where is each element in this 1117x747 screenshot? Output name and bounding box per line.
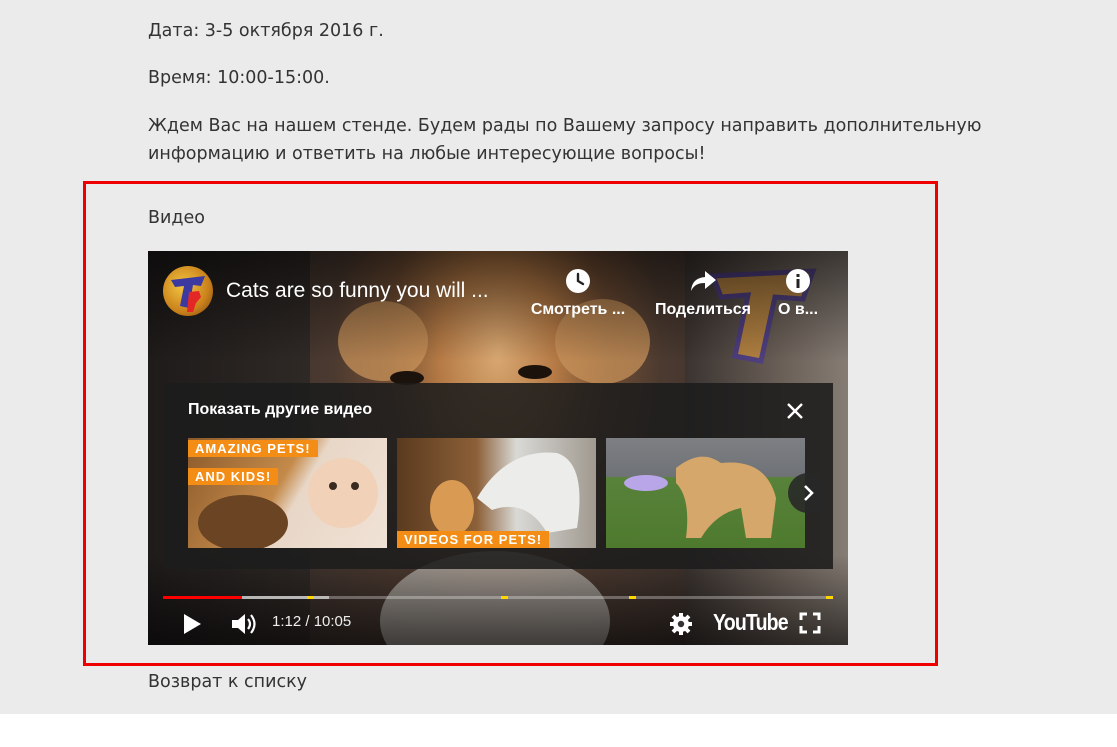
watch-later-button[interactable]: Смотреть ... bbox=[528, 267, 628, 319]
suggested-video-thumbnail[interactable]: AMAZING PETS! AND KIDS! bbox=[188, 438, 387, 548]
chapter-marker bbox=[629, 596, 636, 599]
thumbnail-badge: AND KIDS! bbox=[188, 468, 279, 485]
about-label: О в... bbox=[777, 301, 819, 318]
time-display: 1:12 / 10:05 bbox=[272, 613, 352, 630]
chevron-right-icon bbox=[804, 485, 814, 501]
event-time: Время: 10:00-15:00. bbox=[148, 68, 330, 88]
back-to-list-link[interactable]: Возврат к списку bbox=[148, 668, 307, 696]
more-videos-title: Показать другие видео bbox=[188, 401, 373, 418]
channel-logo-icon[interactable] bbox=[163, 266, 213, 316]
watch-later-label: Смотреть ... bbox=[530, 301, 626, 318]
more-videos-panel: Показать другие видео AMAZING PETS! AND … bbox=[163, 383, 833, 569]
event-invitation-text: Ждем Вас на нашем стенде. Будем рады по … bbox=[148, 116, 982, 164]
info-icon bbox=[786, 269, 810, 293]
share-arrow-icon bbox=[691, 271, 716, 291]
event-date: Дата: 3-5 октября 2016 г. bbox=[148, 21, 384, 41]
thumbnail-badge: AMAZING PETS! bbox=[188, 440, 318, 457]
progress-played bbox=[163, 596, 242, 599]
close-icon[interactable] bbox=[783, 399, 807, 423]
youtube-logo[interactable]: YouTube bbox=[713, 609, 789, 636]
suggested-video-thumbnail[interactable] bbox=[606, 438, 805, 548]
next-videos-button[interactable] bbox=[788, 473, 828, 513]
gear-icon[interactable] bbox=[669, 612, 693, 636]
suggested-video-thumbnail[interactable]: VIDEOS FOR PETS! bbox=[397, 438, 596, 548]
video-title[interactable]: Cats are so funny you will ... bbox=[226, 279, 489, 303]
share-button[interactable]: Поделиться bbox=[648, 267, 758, 319]
share-label: Поделиться bbox=[654, 301, 752, 318]
thumbnail-badge: VIDEOS FOR PETS! bbox=[397, 531, 550, 548]
clock-icon bbox=[566, 269, 590, 293]
play-icon[interactable] bbox=[181, 612, 203, 636]
fullscreen-icon[interactable] bbox=[799, 612, 821, 634]
about-button[interactable]: О в... bbox=[773, 267, 823, 319]
volume-icon[interactable] bbox=[230, 611, 258, 637]
progress-bar[interactable] bbox=[163, 596, 833, 599]
youtube-player[interactable]: Cats are so funny you will ... Смотреть … bbox=[148, 251, 848, 645]
chapter-marker bbox=[826, 596, 833, 599]
video-section-label: Видео bbox=[148, 208, 205, 228]
chapter-marker bbox=[307, 596, 314, 599]
chapter-marker bbox=[501, 596, 508, 599]
